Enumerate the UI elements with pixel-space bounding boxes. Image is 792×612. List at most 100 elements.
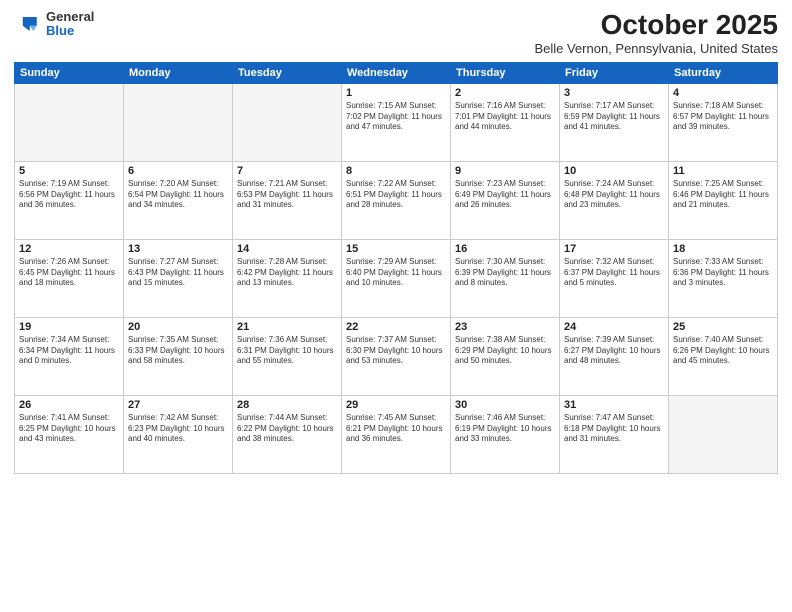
day-info: Sunrise: 7:46 AM Sunset: 6:19 PM Dayligh… [455, 413, 555, 445]
day-cell: 3Sunrise: 7:17 AM Sunset: 6:59 PM Daylig… [560, 83, 669, 161]
day-info: Sunrise: 7:21 AM Sunset: 6:53 PM Dayligh… [237, 179, 337, 211]
day-cell: 17 Sunrise: 7:32 AM Sunset: 6:37 PM Dayli… [560, 239, 669, 317]
day-number: 5 [19, 165, 119, 177]
logo-general: General [46, 10, 94, 24]
month-title: October 2025 [534, 10, 778, 41]
day-number: 9 [455, 165, 555, 177]
day-info: Sunrise: 7:33 AM Sunset: 6:36 PM Dayligh… [673, 257, 773, 289]
day-number: 21 [237, 321, 337, 333]
day-info: Sunrise: 7:29 AM Sunset: 6:40 PM Dayligh… [346, 257, 446, 289]
day-cell: 1 Sunrise: 7:15 AM Sunset: 7:02 PM Daylig… [342, 83, 451, 161]
week-row-3: 12 Sunrise: 7:26 AM Sunset: 6:45 PM Dayli… [15, 239, 778, 317]
day-info: Sunrise: 7:42 AM Sunset: 6:23 PM Dayligh… [128, 413, 228, 445]
calendar-table: SundayMondayTuesdayWednesdayThursdayFrid… [14, 62, 778, 474]
day-cell: 4 Sunrise: 7:18 AM Sunset: 6:57 PM Daylig… [669, 83, 778, 161]
day-cell [233, 83, 342, 161]
day-cell: 5 Sunrise: 7:19 AM Sunset: 6:56 PM Daylig… [15, 161, 124, 239]
day-cell: 9 Sunrise: 7:23 AM Sunset: 6:49 PM Daylig… [451, 161, 560, 239]
day-cell: 21Sunrise: 7:36 AM Sunset: 6:31 PM Dayli… [233, 317, 342, 395]
day-cell: 8Sunrise: 7:22 AM Sunset: 6:51 PM Daylig… [342, 161, 451, 239]
day-cell: 12 Sunrise: 7:26 AM Sunset: 6:45 PM Dayli… [15, 239, 124, 317]
day-info: Sunrise: 7:24 AM Sunset: 6:48 PM Dayligh… [564, 179, 664, 211]
day-number: 12 [19, 243, 119, 255]
logo-text: General Blue [46, 10, 94, 39]
week-row-2: 5 Sunrise: 7:19 AM Sunset: 6:56 PM Daylig… [15, 161, 778, 239]
day-number: 26 [19, 399, 119, 411]
day-cell: 11Sunrise: 7:25 AM Sunset: 6:46 PM Dayli… [669, 161, 778, 239]
day-number: 14 [237, 243, 337, 255]
day-number: 1 [346, 87, 446, 99]
day-number: 6 [128, 165, 228, 177]
calendar-header-wednesday: Wednesday [342, 62, 451, 83]
title-block: October 2025 Belle Vernon, Pennsylvania,… [534, 10, 778, 56]
logo-blue: Blue [46, 24, 94, 38]
day-number: 19 [19, 321, 119, 333]
day-info: Sunrise: 7:41 AM Sunset: 6:25 PM Dayligh… [19, 413, 119, 445]
day-number: 17 [564, 243, 664, 255]
day-number: 18 [673, 243, 773, 255]
day-cell [669, 395, 778, 473]
day-info: Sunrise: 7:45 AM Sunset: 6:21 PM Dayligh… [346, 413, 446, 445]
day-info: Sunrise: 7:18 AM Sunset: 6:57 PM Dayligh… [673, 101, 773, 133]
day-info: Sunrise: 7:47 AM Sunset: 6:18 PM Dayligh… [564, 413, 664, 445]
day-info: Sunrise: 7:32 AM Sunset: 6:37 PM Dayligh… [564, 257, 664, 289]
day-cell: 13Sunrise: 7:27 AM Sunset: 6:43 PM Dayli… [124, 239, 233, 317]
day-cell: 20Sunrise: 7:35 AM Sunset: 6:33 PM Dayli… [124, 317, 233, 395]
day-info: Sunrise: 7:19 AM Sunset: 6:56 PM Dayligh… [19, 179, 119, 211]
day-cell: 26 Sunrise: 7:41 AM Sunset: 6:25 PM Dayli… [15, 395, 124, 473]
day-cell: 29Sunrise: 7:45 AM Sunset: 6:21 PM Dayli… [342, 395, 451, 473]
day-cell: 24 Sunrise: 7:39 AM Sunset: 6:27 PM Dayli… [560, 317, 669, 395]
day-info: Sunrise: 7:26 AM Sunset: 6:45 PM Dayligh… [19, 257, 119, 289]
day-number: 31 [564, 399, 664, 411]
day-info: Sunrise: 7:16 AM Sunset: 7:01 PM Dayligh… [455, 101, 555, 133]
day-cell: 28Sunrise: 7:44 AM Sunset: 6:22 PM Dayli… [233, 395, 342, 473]
day-info: Sunrise: 7:25 AM Sunset: 6:46 PM Dayligh… [673, 179, 773, 211]
calendar-header-friday: Friday [560, 62, 669, 83]
day-cell: 10 Sunrise: 7:24 AM Sunset: 6:48 PM Dayli… [560, 161, 669, 239]
day-number: 15 [346, 243, 446, 255]
day-info: Sunrise: 7:20 AM Sunset: 6:54 PM Dayligh… [128, 179, 228, 211]
day-number: 25 [673, 321, 773, 333]
day-cell: 22 Sunrise: 7:37 AM Sunset: 6:30 PM Dayli… [342, 317, 451, 395]
day-info: Sunrise: 7:35 AM Sunset: 6:33 PM Dayligh… [128, 335, 228, 367]
week-row-4: 19 Sunrise: 7:34 AM Sunset: 6:34 PM Dayli… [15, 317, 778, 395]
page: General Blue October 2025 Belle Vernon, … [0, 0, 792, 612]
day-number: 30 [455, 399, 555, 411]
day-info: Sunrise: 7:22 AM Sunset: 6:51 PM Dayligh… [346, 179, 446, 211]
day-number: 24 [564, 321, 664, 333]
day-number: 10 [564, 165, 664, 177]
day-info: Sunrise: 7:34 AM Sunset: 6:34 PM Dayligh… [19, 335, 119, 367]
day-cell: 23 Sunrise: 7:38 AM Sunset: 6:29 PM Dayli… [451, 317, 560, 395]
calendar-header-sunday: Sunday [15, 62, 124, 83]
day-cell: 16Sunrise: 7:30 AM Sunset: 6:39 PM Dayli… [451, 239, 560, 317]
day-number: 7 [237, 165, 337, 177]
day-info: Sunrise: 7:27 AM Sunset: 6:43 PM Dayligh… [128, 257, 228, 289]
day-number: 22 [346, 321, 446, 333]
day-cell: 2 Sunrise: 7:16 AM Sunset: 7:01 PM Daylig… [451, 83, 560, 161]
day-cell: 15 Sunrise: 7:29 AM Sunset: 6:40 PM Dayli… [342, 239, 451, 317]
day-info: Sunrise: 7:37 AM Sunset: 6:30 PM Dayligh… [346, 335, 446, 367]
day-cell [124, 83, 233, 161]
day-info: Sunrise: 7:39 AM Sunset: 6:27 PM Dayligh… [564, 335, 664, 367]
day-info: Sunrise: 7:30 AM Sunset: 6:39 PM Dayligh… [455, 257, 555, 289]
calendar-header-monday: Monday [124, 62, 233, 83]
day-cell [15, 83, 124, 161]
day-number: 3 [564, 87, 664, 99]
calendar-header-row: SundayMondayTuesdayWednesdayThursdayFrid… [15, 62, 778, 83]
week-row-1: 1 Sunrise: 7:15 AM Sunset: 7:02 PM Daylig… [15, 83, 778, 161]
day-cell: 30 Sunrise: 7:46 AM Sunset: 6:19 PM Dayli… [451, 395, 560, 473]
day-cell: 27 Sunrise: 7:42 AM Sunset: 6:23 PM Dayli… [124, 395, 233, 473]
day-number: 23 [455, 321, 555, 333]
day-number: 2 [455, 87, 555, 99]
day-number: 4 [673, 87, 773, 99]
day-info: Sunrise: 7:23 AM Sunset: 6:49 PM Dayligh… [455, 179, 555, 211]
header: General Blue October 2025 Belle Vernon, … [14, 10, 778, 56]
day-info: Sunrise: 7:28 AM Sunset: 6:42 PM Dayligh… [237, 257, 337, 289]
day-number: 27 [128, 399, 228, 411]
logo: General Blue [14, 10, 94, 39]
day-cell: 25 Sunrise: 7:40 AM Sunset: 6:26 PM Dayli… [669, 317, 778, 395]
day-cell: 31 Sunrise: 7:47 AM Sunset: 6:18 PM Dayli… [560, 395, 669, 473]
day-info: Sunrise: 7:15 AM Sunset: 7:02 PM Dayligh… [346, 101, 446, 133]
day-info: Sunrise: 7:40 AM Sunset: 6:26 PM Dayligh… [673, 335, 773, 367]
day-info: Sunrise: 7:38 AM Sunset: 6:29 PM Dayligh… [455, 335, 555, 367]
